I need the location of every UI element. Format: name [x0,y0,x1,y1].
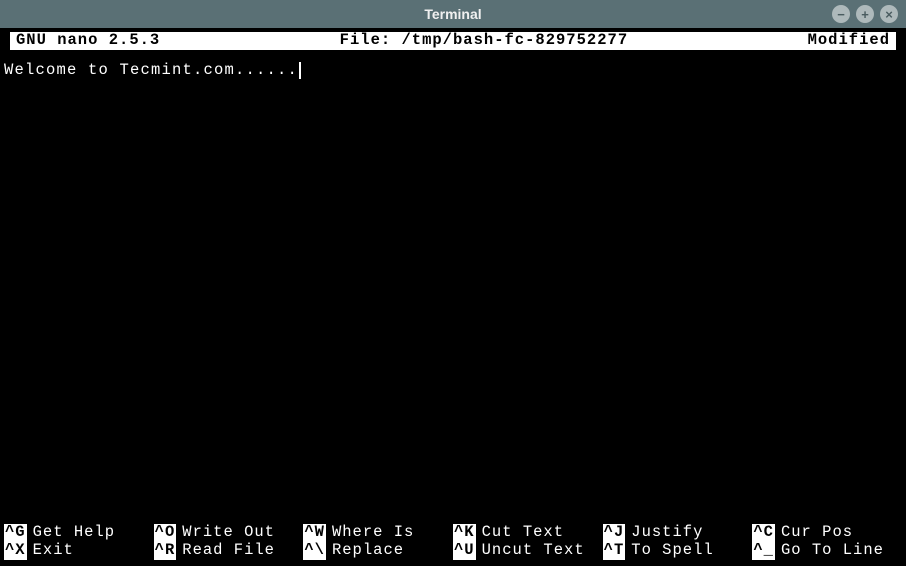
key-ctrl-k: ^K [453,524,476,542]
label-get-help: Get Help [33,524,115,542]
shortcut-replace: ^\ Replace [303,542,453,560]
shortcut-get-help: ^G Get Help [4,524,154,542]
key-ctrl-underscore: ^_ [752,542,775,560]
label-where-is: Where Is [332,524,414,542]
label-write-out: Write Out [182,524,275,542]
shortcut-write-out: ^O Write Out [154,524,304,542]
shortcut-where-is: ^W Where Is [303,524,453,542]
shortcut-exit: ^X Exit [4,542,154,560]
label-justify: Justify [631,524,703,542]
nano-header-bar: GNU nano 2.5.3 File: /tmp/bash-fc-829752… [10,32,896,50]
maximize-icon[interactable]: + [856,5,874,23]
shortcut-read-file: ^R Read File [154,542,304,560]
terminal-viewport[interactable]: GNU nano 2.5.3 File: /tmp/bash-fc-829752… [0,28,906,566]
key-ctrl-j: ^J [603,524,626,542]
label-to-spell: To Spell [631,542,713,560]
key-ctrl-o: ^O [154,524,177,542]
shortcut-cur-pos: ^C Cur Pos [752,524,902,542]
key-ctrl-u: ^U [453,542,476,560]
editor-text: Welcome to Tecmint.com...... [4,61,298,79]
label-cur-pos: Cur Pos [781,524,853,542]
shortcut-cut-text: ^K Cut Text [453,524,603,542]
key-ctrl-x: ^X [4,542,27,560]
shortcut-to-spell: ^T To Spell [603,542,753,560]
label-read-file: Read File [182,542,275,560]
key-ctrl-t: ^T [603,542,626,560]
window-titlebar: Terminal − + × [0,0,906,28]
key-ctrl-r: ^R [154,542,177,560]
nano-shortcuts-bar: ^G Get Help ^O Write Out ^W Where Is ^K … [4,524,902,564]
close-icon[interactable]: × [880,5,898,23]
nano-version: GNU nano 2.5.3 [16,32,160,50]
key-ctrl-w: ^W [303,524,326,542]
label-replace: Replace [332,542,404,560]
nano-file-label: File: /tmp/bash-fc-829752277 [160,32,807,50]
label-go-to-line: Go To Line [781,542,884,560]
key-ctrl-backslash: ^\ [303,542,326,560]
shortcut-justify: ^J Justify [603,524,753,542]
label-cut-text: Cut Text [482,524,564,542]
minimize-icon[interactable]: − [832,5,850,23]
nano-modified-label: Modified [808,32,890,50]
window-title: Terminal [424,6,481,22]
key-ctrl-g: ^G [4,524,27,542]
editor-area[interactable]: Welcome to Tecmint.com...... [4,50,902,525]
label-exit: Exit [33,542,74,560]
window-controls: − + × [832,5,898,23]
shortcut-go-to-line: ^_ Go To Line [752,542,902,560]
label-uncut-text: Uncut Text [482,542,585,560]
text-cursor [299,62,301,79]
key-ctrl-c: ^C [752,524,775,542]
shortcut-uncut-text: ^U Uncut Text [453,542,603,560]
